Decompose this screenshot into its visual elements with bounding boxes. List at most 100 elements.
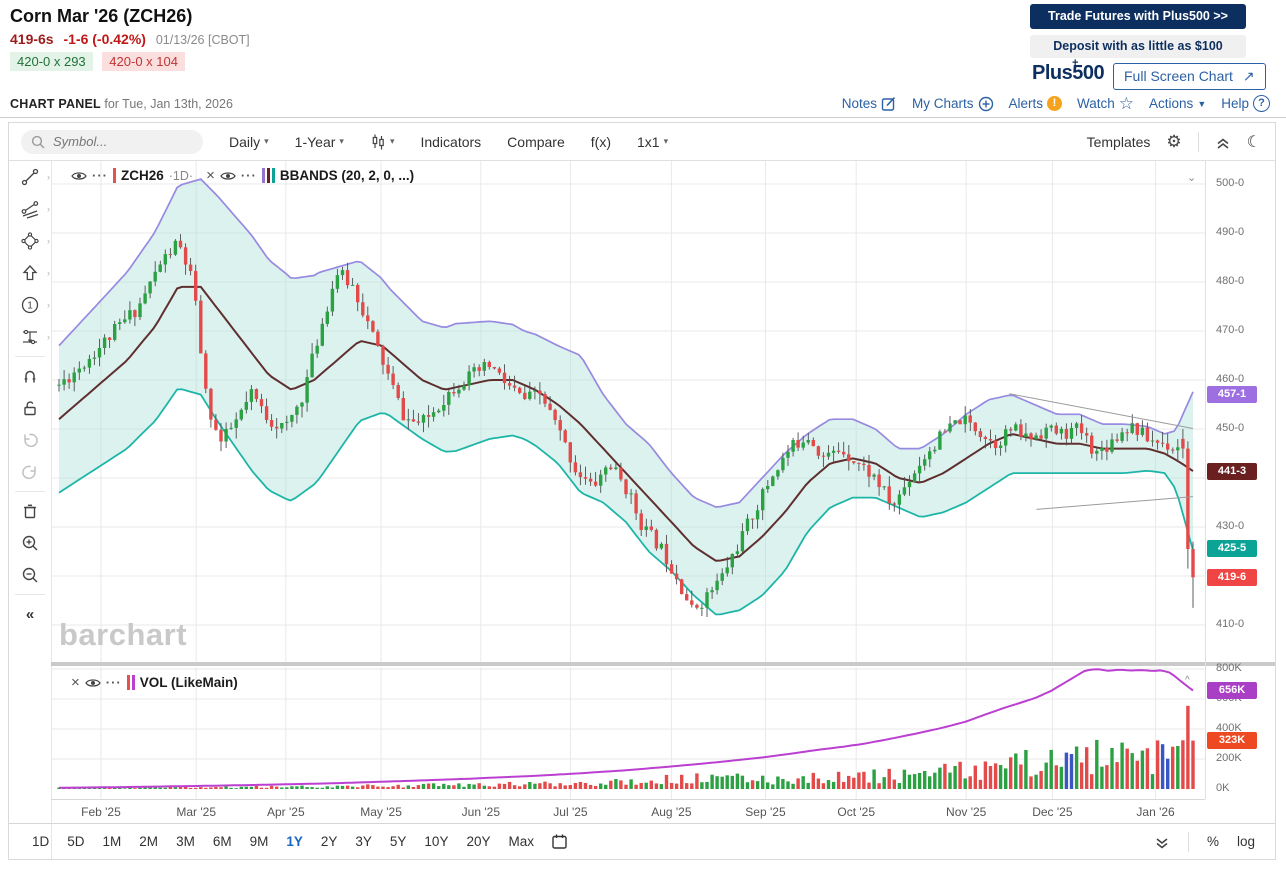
range-toolbar: 1D5D1M2M3M6M9M1Y2Y3Y5Y10Y20YMax % log bbox=[9, 823, 1275, 859]
month-label: Oct '25 bbox=[824, 805, 888, 819]
range-3M[interactable]: 3M bbox=[167, 832, 204, 851]
price-tick: 500-0 bbox=[1216, 177, 1244, 189]
oi-badge: 656K bbox=[1207, 682, 1257, 699]
panel-separator[interactable] bbox=[51, 662, 1275, 666]
calendar-icon[interactable] bbox=[551, 833, 568, 850]
deposit-button[interactable]: Deposit with as little as $100 bbox=[1030, 35, 1246, 58]
multiline-tool[interactable]: › bbox=[9, 193, 51, 225]
redo-icon bbox=[20, 462, 40, 482]
ask-chip: 420-0 x 104 bbox=[102, 52, 185, 71]
alerts-link[interactable]: Alerts ! bbox=[1009, 96, 1063, 111]
collapse-bottom-icon[interactable] bbox=[1154, 834, 1170, 850]
chart-type-dropdown[interactable]: ▾ bbox=[370, 133, 395, 150]
range-dropdown[interactable]: 1-Year▾ bbox=[295, 134, 344, 150]
measure-icon bbox=[20, 327, 40, 347]
legend-bbands: BBANDS (20, 2, 0, ...) bbox=[280, 168, 414, 183]
circle-plus-icon bbox=[978, 96, 994, 112]
range-1M[interactable]: 1M bbox=[94, 832, 131, 851]
price-axis[interactable]: 500-0490-0480-0470-0460-0450-0440-0430-0… bbox=[1206, 161, 1274, 662]
dark-mode-moon-icon[interactable]: ☾ bbox=[1247, 132, 1261, 152]
range-1Y[interactable]: 1Y bbox=[277, 832, 312, 851]
range-10Y[interactable]: 10Y bbox=[415, 832, 457, 851]
series-color-chip bbox=[113, 168, 116, 183]
trendline-tool[interactable]: › bbox=[9, 161, 51, 193]
actions-link[interactable]: Actions ▼ bbox=[1149, 96, 1206, 111]
legend-menu-dots[interactable]: ··· bbox=[92, 168, 108, 183]
remove-bbands-icon[interactable]: × bbox=[206, 170, 215, 182]
trade-futures-button[interactable]: Trade Futures with Plus500 >> bbox=[1030, 4, 1246, 29]
collapse-sidebar-button[interactable]: « bbox=[9, 598, 51, 630]
measure-tool[interactable]: › bbox=[9, 321, 51, 353]
magnet-mode[interactable] bbox=[9, 360, 51, 392]
annotation-tool[interactable]: 1 › bbox=[9, 289, 51, 321]
percent-scale-button[interactable]: % bbox=[1207, 834, 1219, 849]
my-charts-link[interactable]: My Charts bbox=[912, 96, 994, 112]
time-axis[interactable]: Feb '25Mar '25Apr '25May '25Jun '25Jul '… bbox=[51, 799, 1205, 824]
range-9M[interactable]: 9M bbox=[241, 832, 278, 851]
legend-symbol: ZCH26 bbox=[121, 168, 164, 183]
legend-menu-dots[interactable]: ··· bbox=[106, 675, 122, 690]
collapse-left-icon: « bbox=[26, 606, 34, 623]
settings-gear-icon[interactable]: ⚙ bbox=[1166, 132, 1181, 152]
redo-button[interactable] bbox=[9, 456, 51, 488]
lock-drawings[interactable] bbox=[9, 392, 51, 424]
fx-button[interactable]: f(x) bbox=[591, 134, 611, 150]
volume-tick: 800K bbox=[1216, 662, 1242, 674]
period-dropdown[interactable]: Daily▾ bbox=[229, 134, 269, 150]
price-tick: 480-0 bbox=[1216, 275, 1244, 287]
shapes-tool[interactable]: › bbox=[9, 225, 51, 257]
volume-tick: 200K bbox=[1216, 752, 1242, 764]
month-label: Apr '25 bbox=[254, 805, 318, 819]
delete-drawings[interactable] bbox=[9, 495, 51, 527]
arrow-tool[interactable]: › bbox=[9, 257, 51, 289]
range-3Y[interactable]: 3Y bbox=[346, 832, 381, 851]
eye-icon[interactable] bbox=[85, 677, 101, 689]
collapse-toolbar-icon[interactable] bbox=[1215, 134, 1231, 150]
price-chart[interactable] bbox=[51, 161, 1205, 662]
legend-menu-dots[interactable]: ··· bbox=[241, 168, 257, 183]
remove-volume-icon[interactable]: × bbox=[71, 677, 80, 689]
main-panel-collapse-icon[interactable]: ⌄ bbox=[1187, 171, 1196, 184]
circled-one-icon: 1 bbox=[20, 295, 40, 315]
notes-icon bbox=[881, 96, 897, 112]
zoom-out-button[interactable] bbox=[9, 559, 51, 591]
month-label: Sep '25 bbox=[733, 805, 797, 819]
indicators-button[interactable]: Indicators bbox=[420, 134, 481, 150]
compare-button[interactable]: Compare bbox=[507, 134, 565, 150]
range-2M[interactable]: 2M bbox=[130, 832, 167, 851]
range-5Y[interactable]: 5Y bbox=[381, 832, 416, 851]
range-5D[interactable]: 5D bbox=[58, 832, 93, 851]
zoom-in-button[interactable] bbox=[9, 527, 51, 559]
eye-icon[interactable] bbox=[220, 170, 236, 182]
month-label: Dec '25 bbox=[1020, 805, 1084, 819]
volume-color-chips bbox=[127, 675, 135, 690]
chart-panel-title: CHART PANEL for Tue, Jan 13th, 2026 bbox=[10, 97, 233, 111]
help-link[interactable]: Help ? bbox=[1221, 95, 1270, 112]
question-icon: ? bbox=[1253, 95, 1270, 112]
range-2Y[interactable]: 2Y bbox=[312, 832, 347, 851]
full-screen-chart-button[interactable]: Full Screen Chart ↗ bbox=[1113, 63, 1266, 90]
templates-button[interactable]: Templates bbox=[1087, 134, 1151, 150]
watch-link[interactable]: Watch ☆ bbox=[1077, 96, 1134, 111]
price-tick: 490-0 bbox=[1216, 226, 1244, 238]
price-tick: 460-0 bbox=[1216, 373, 1244, 385]
divider bbox=[1188, 832, 1189, 852]
barchart-chart-page: Corn Mar '26 (ZCH26) 419-6s -1-6 (-0.42%… bbox=[0, 0, 1286, 894]
volume-axis[interactable]: 800K600K400K200K0K656K323K bbox=[1206, 661, 1274, 799]
log-scale-button[interactable]: log bbox=[1237, 834, 1255, 849]
range-6M[interactable]: 6M bbox=[204, 832, 241, 851]
month-label: Jan '26 bbox=[1124, 805, 1188, 819]
bid-ask-row: 420-0 x 293 420-0 x 104 bbox=[10, 52, 191, 71]
symbol-search[interactable] bbox=[21, 130, 203, 154]
range-Max[interactable]: Max bbox=[499, 832, 543, 851]
undo-button[interactable] bbox=[9, 424, 51, 456]
drawing-tools-sidebar: › › › › 1 › › bbox=[9, 161, 52, 859]
range-20Y[interactable]: 20Y bbox=[457, 832, 499, 851]
range-1D[interactable]: 1D bbox=[23, 832, 58, 851]
volume-panel-collapse-icon[interactable]: ^ bbox=[1185, 675, 1190, 686]
notes-link[interactable]: Notes bbox=[842, 96, 897, 112]
arrow-up-icon bbox=[20, 263, 40, 283]
grid-layout-dropdown[interactable]: 1x1▾ bbox=[637, 134, 668, 150]
eye-icon[interactable] bbox=[71, 170, 87, 182]
symbol-search-input[interactable] bbox=[51, 133, 165, 150]
